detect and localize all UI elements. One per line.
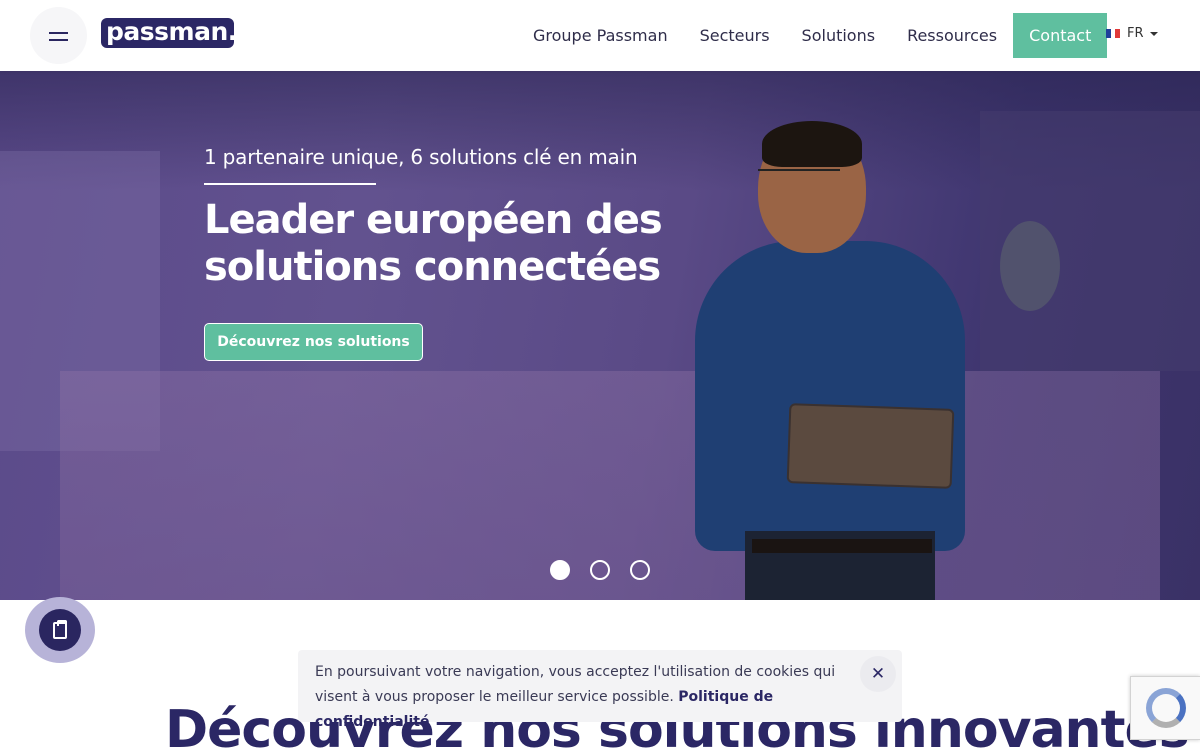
nav-item-ressources[interactable]: Ressources	[891, 13, 1013, 58]
hero-person-image	[690, 121, 980, 600]
menu-button[interactable]	[30, 7, 87, 64]
nav-item-secteurs[interactable]: Secteurs	[684, 13, 786, 58]
clipboard-icon	[53, 619, 67, 639]
close-icon[interactable]: ✕	[860, 656, 896, 692]
contact-button[interactable]: Contact	[1013, 13, 1108, 58]
hero-carousel: 1 partenaire unique, 6 solutions clé en …	[0, 71, 1200, 600]
carousel-dot-3[interactable]	[630, 560, 650, 580]
hero-title-line-1: Leader européen des	[204, 197, 663, 243]
recaptcha-icon	[1145, 688, 1186, 728]
carousel-dot-1[interactable]	[550, 560, 570, 580]
language-label: FR	[1127, 26, 1144, 41]
hero-subtitle: 1 partenaire unique, 6 solutions clé en …	[204, 145, 638, 169]
discover-solutions-button[interactable]: Découvrez nos solutions	[204, 323, 423, 361]
nav-item-solutions[interactable]: Solutions	[786, 13, 892, 58]
carousel-pagination	[550, 560, 650, 580]
floating-clipboard-button[interactable]	[25, 597, 95, 663]
menu-icon	[49, 30, 68, 42]
main-nav: Groupe Passman Secteurs Solutions Ressou…	[517, 13, 1108, 58]
hero-divider	[204, 183, 376, 185]
passman-logo[interactable]: passman.	[101, 18, 237, 48]
cookie-banner: En poursuivant votre navigation, vous ac…	[298, 650, 902, 730]
site-header: passman. Groupe Passman Secteurs Solutio…	[0, 0, 1200, 71]
france-flag-icon	[1106, 29, 1121, 38]
carousel-dot-2[interactable]	[590, 560, 610, 580]
hero-title: Leader européen des solutions connectées	[204, 197, 724, 291]
nav-item-groupe-passman[interactable]: Groupe Passman	[517, 13, 684, 58]
page: passman. Groupe Passman Secteurs Solutio…	[0, 0, 1200, 750]
recaptcha-badge[interactable]	[1130, 676, 1200, 740]
chevron-down-icon	[1149, 31, 1158, 36]
hero-title-line-2: solutions connectées	[204, 244, 661, 290]
language-selector[interactable]: FR	[1106, 26, 1158, 41]
